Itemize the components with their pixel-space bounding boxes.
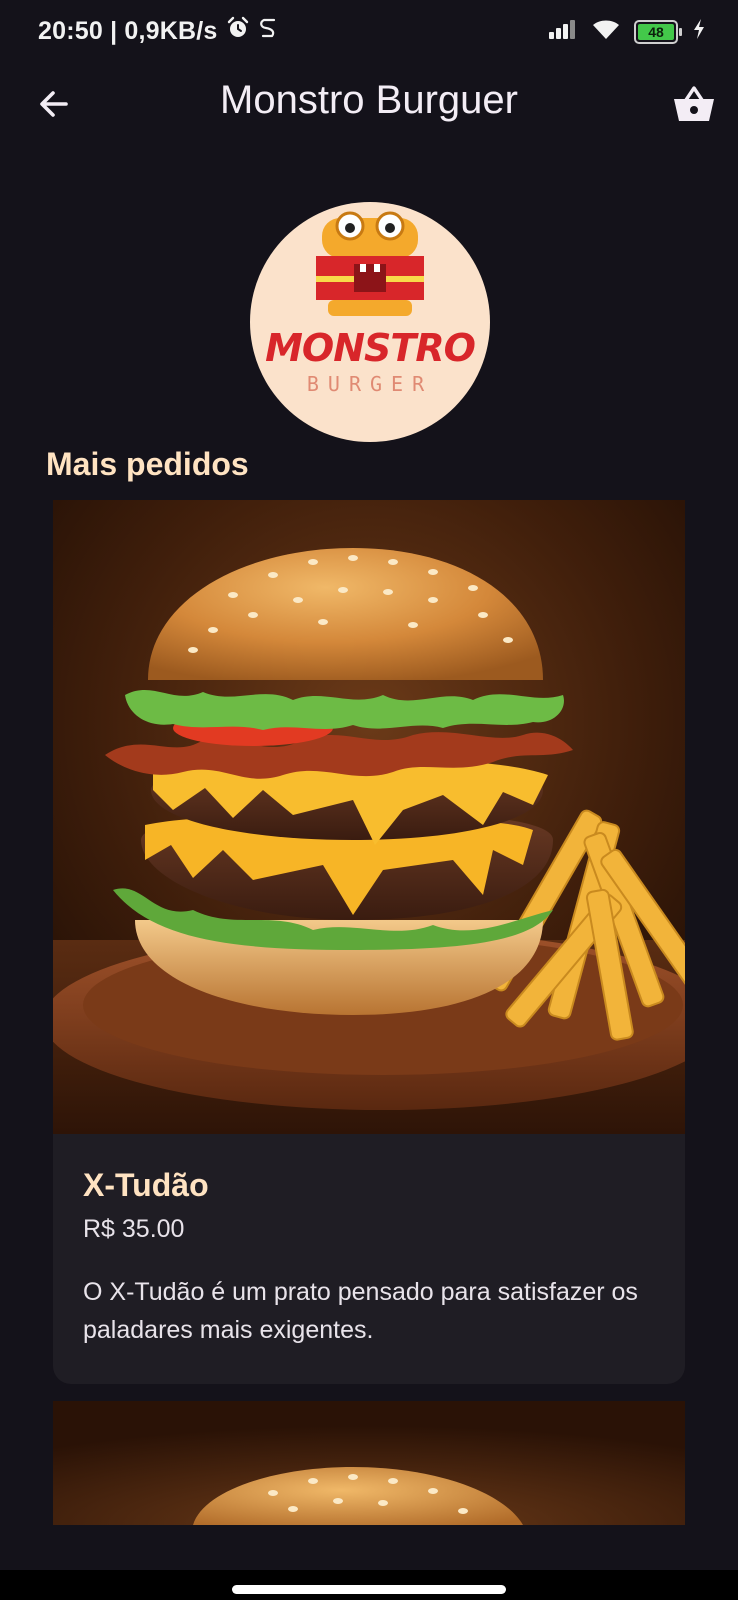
alarm-icon [226, 16, 250, 47]
product-card[interactable]: X-Tudão R$ 35.00 O X-Tudão é um prato pe… [53, 500, 685, 1384]
wifi-icon [592, 18, 620, 45]
data-saver-icon [258, 16, 280, 47]
product-description: O X-Tudão é um prato pensado para satisf… [83, 1278, 638, 1344]
shopping-basket-icon [674, 86, 714, 121]
charging-icon [692, 18, 706, 45]
status-right: 48 [548, 18, 706, 45]
section-title: Mais pedidos [46, 446, 249, 482]
product-image [53, 500, 685, 1134]
status-left: 20:50 | 0,9KB/s [38, 16, 280, 47]
battery-level: 48 [638, 23, 674, 40]
logo-wordmark: MONSTRO [265, 326, 476, 370]
product-card-partial[interactable] [53, 1401, 685, 1525]
product-info: X-Tudão R$ 35.00 O X-Tudão é um prato pe… [83, 1167, 655, 1349]
product-price: R$ 35.00 [83, 1215, 185, 1244]
monster-burger-mascot-icon [316, 211, 424, 316]
home-indicator[interactable] [232, 1585, 506, 1594]
product-name: X-Tudão [83, 1167, 209, 1203]
page-title: Monstro Burguer [220, 78, 518, 122]
battery-icon: 48 [634, 19, 682, 44]
status-bar: 20:50 | 0,9KB/s 48 [0, 0, 738, 66]
signal-icon [548, 19, 578, 44]
cart-button[interactable] [668, 78, 720, 130]
app-bar: Monstro Burguer [0, 66, 738, 142]
product-image-partial [53, 1401, 685, 1525]
status-time-speed: 20:50 | 0,9KB/s [38, 17, 218, 45]
logo-subtitle: BURGER [306, 372, 434, 396]
restaurant-logo: MONSTRO BURGER [250, 202, 490, 442]
screen: 20:50 | 0,9KB/s 48 Monstro Burguer MONST… [0, 0, 738, 1600]
